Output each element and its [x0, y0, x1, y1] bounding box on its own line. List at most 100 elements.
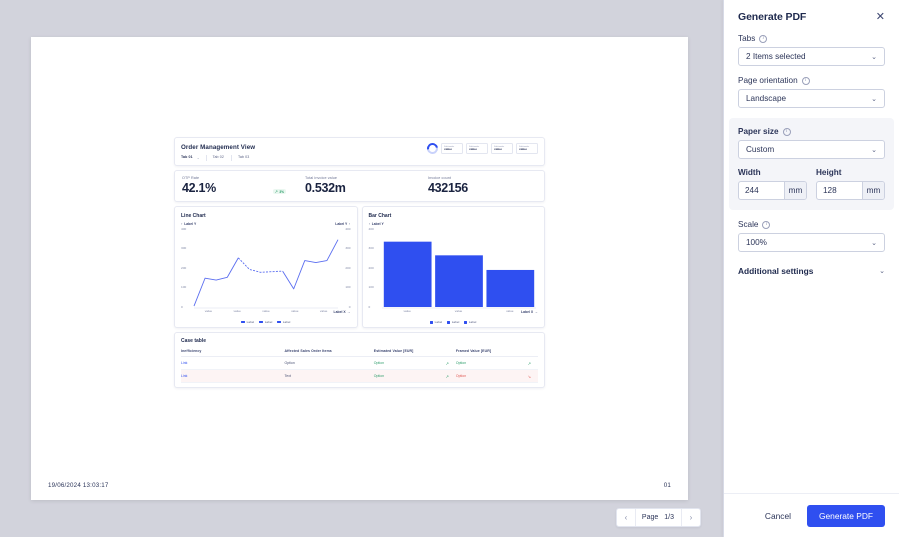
close-icon[interactable]: ✕ — [876, 11, 885, 23]
orientation-select[interactable]: Landscape ⌄ — [738, 89, 885, 108]
bar-chart-card: Bar Chart ↑ Label Y 0 100 200 300 400 value va… — [361, 206, 545, 329]
height-input[interactable]: 128 — [817, 182, 862, 199]
mini-metric-badge: Subheader value — [441, 143, 463, 154]
chevron-down-icon[interactable]: ⌄ — [197, 156, 200, 160]
orientation-select-value: Landscape — [746, 94, 787, 103]
pagination-control[interactable]: ‹ Page 1/3 › — [615, 508, 701, 527]
y-tick: 100 — [368, 285, 374, 290]
dashboard-preview: Order Management View Tab 01 ⌄ Tab 02 Ta… — [174, 137, 545, 392]
bar-chart-xlabel: Label X → — [521, 310, 538, 315]
orientation-label-row: Page orientation i — [738, 76, 885, 85]
dashboard-tab-3[interactable]: Tab 03 — [238, 155, 256, 161]
height-unit: mm — [862, 182, 884, 199]
cell-inefficiency-link[interactable]: Link — [181, 356, 285, 371]
chevron-down-icon: ⌄ — [871, 53, 877, 61]
chevron-down-icon: ⌄ — [879, 268, 885, 275]
tabs-select[interactable]: 2 Items selected ⌄ — [738, 47, 885, 66]
width-input-group[interactable]: 244 mm — [738, 181, 807, 200]
scale-select[interactable]: 100% ⌄ — [738, 233, 885, 252]
line-chart-xlabel: Label X → — [333, 310, 351, 315]
line-series — [193, 257, 239, 307]
dashboard-tab-1[interactable]: Tab 01 — [181, 155, 197, 161]
y-tick-right: 400 — [345, 226, 351, 231]
prev-page-button[interactable]: ‹ — [617, 509, 635, 526]
line-chart-svg — [193, 239, 339, 309]
info-icon[interactable]: i — [759, 34, 768, 43]
table-row[interactable]: Link Text Option ↗ Option ↘ — [181, 369, 538, 384]
mini-badge-value: value — [519, 147, 527, 152]
pdf-page-footer: 19/06/2024 13:03:17 01 — [31, 470, 688, 500]
cell-framed-value: Option ↘ — [455, 369, 538, 384]
legend-item: Label — [277, 320, 290, 324]
scale-select-value: 100% — [746, 238, 767, 247]
pdf-page-sheet: Order Management View Tab 01 ⌄ Tab 02 Ta… — [31, 37, 688, 500]
paper-size-label: Paper size — [738, 127, 779, 136]
chevron-down-icon: ⌄ — [871, 239, 877, 247]
info-icon[interactable]: i — [762, 220, 771, 229]
kpi-value: 432156 — [428, 181, 468, 195]
y-tick: 400 — [368, 226, 374, 231]
y-tick-left: 300 — [181, 246, 187, 251]
x-tick: value — [291, 309, 299, 314]
legend-label: Label — [264, 320, 273, 325]
info-icon[interactable]: i — [782, 127, 791, 136]
line-series — [237, 257, 283, 273]
legend-swatch — [430, 320, 434, 324]
legend-swatch — [464, 320, 468, 324]
trend-up-icon: ↗ — [274, 188, 278, 194]
kpi-otp-rate: OTP Rate 42.1% ↗ 3% — [175, 176, 298, 195]
field-tabs: Tabs i 2 Items selected ⌄ — [738, 34, 885, 66]
legend-item: Label — [259, 320, 272, 324]
case-table-card: Case table Inefficiency Affected Sales O… — [174, 332, 545, 389]
legend-label: Label — [282, 320, 291, 325]
bar-chart-title: Bar Chart — [368, 213, 392, 220]
x-tick: value — [204, 309, 213, 314]
panel-footer: Cancel Generate PDF — [724, 493, 899, 537]
kpi-label: Invoice count — [428, 176, 452, 180]
case-table-title: Case table — [181, 338, 207, 345]
x-tick: value — [454, 309, 463, 314]
cell-text: Option — [373, 361, 385, 366]
generate-pdf-button[interactable]: Generate PDF — [807, 504, 885, 527]
th-inefficiency: Inefficiency — [181, 349, 285, 358]
cell-estimated-value: Option ↗ — [373, 369, 456, 384]
chevron-down-icon: ⌄ — [871, 95, 877, 103]
mini-badge-value: value — [444, 147, 452, 152]
x-tick: value — [403, 309, 411, 314]
tabs-label-row: Tabs i — [738, 34, 885, 43]
kpi-invoice-count: Invoice count 432156 — [421, 176, 544, 195]
tabs-label: Tabs — [738, 34, 756, 43]
paper-size-select[interactable]: Custom ⌄ — [738, 140, 885, 159]
dashboard-tab-2[interactable]: Tab 02 — [213, 155, 231, 161]
y-tick-left: 400 — [181, 226, 187, 231]
x-tick: value — [319, 309, 328, 314]
footer-page-number: 01 — [663, 481, 671, 489]
cell-text: Option — [455, 361, 467, 366]
chevron-down-icon: ⌄ — [871, 146, 877, 154]
info-icon[interactable]: i — [801, 76, 810, 85]
cancel-button[interactable]: Cancel — [759, 506, 797, 526]
cell-inefficiency-link[interactable]: Link — [181, 369, 285, 384]
y-tick-right: 0 — [348, 304, 351, 309]
y-tick-left: 200 — [181, 265, 187, 270]
orientation-label: Page orientation — [738, 76, 798, 85]
width-input[interactable]: 244 — [739, 182, 784, 199]
x-tick: value — [262, 309, 270, 314]
width-unit: mm — [784, 182, 806, 199]
th-framed-value: Framed Value [EUR] — [455, 349, 538, 358]
y-tick-right: 200 — [345, 265, 351, 270]
table-row[interactable]: Link Option Option ↗ Option ↗ — [181, 356, 538, 371]
field-page-orientation: Page orientation i Landscape ⌄ — [738, 76, 885, 108]
y-tick: 0 — [368, 304, 371, 309]
line-chart-card: Line Chart ↑ Label Y Label Y ↑ 0 0 100 100 2… — [174, 206, 358, 329]
additional-settings-toggle[interactable]: Additional settings ⌄ — [738, 262, 885, 276]
height-label: Height — [816, 168, 842, 177]
cell-text: Option — [455, 374, 467, 379]
dashboard-header-card: Order Management View Tab 01 ⌄ Tab 02 Ta… — [174, 137, 545, 166]
kpi-trend-badge: ↗ 3% — [272, 188, 286, 195]
height-input-group[interactable]: 128 mm — [816, 181, 885, 200]
next-page-button[interactable]: › — [682, 509, 700, 526]
line-chart-plot: 0 0 100 100 200 200 300 300 400 400 value value valu… — [181, 226, 351, 313]
line-chart-ylabel: ↑ Label Y — [181, 222, 197, 227]
legend-swatch — [277, 321, 282, 324]
